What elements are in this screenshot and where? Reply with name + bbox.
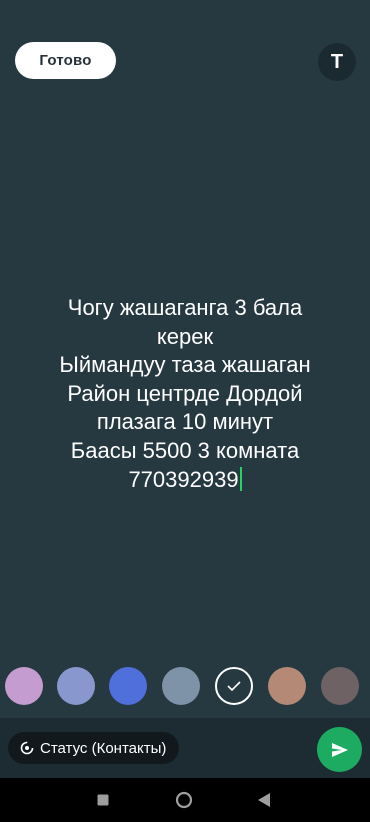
system-navigation-bar [0,778,370,822]
status-text-content[interactable]: Чогу жашаганга 3 бала керек Ыймандуу таз… [59,295,310,492]
composer-bar: Статус (Контакты) [0,718,370,778]
check-icon [227,681,241,691]
status-privacy-icon [20,741,34,755]
color-swatch[interactable] [109,667,147,705]
color-swatch-selected[interactable] [215,667,253,705]
text-style-label: T [330,50,344,73]
status-bar [0,0,370,28]
color-swatch[interactable] [5,667,43,705]
color-swatch[interactable] [57,667,95,705]
send-icon [331,742,348,757]
status-audience-chip[interactable]: Статус (Контакты) [8,732,180,764]
back-icon[interactable] [254,790,274,810]
text-style-button[interactable]: T [318,43,356,81]
status-text-editor[interactable]: Чогу жашаганга 3 бала керек Ыймандуу таз… [0,294,370,494]
send-button[interactable] [317,727,362,772]
color-swatch[interactable] [321,667,359,705]
text-caret [239,466,242,491]
status-audience-label: Статус (Контакты) [40,739,167,757]
home-icon[interactable] [174,790,194,810]
color-swatch[interactable] [162,667,200,705]
color-swatch[interactable] [268,667,306,705]
done-button[interactable]: Готово [15,42,116,79]
color-palette [0,667,370,707]
recents-icon[interactable] [93,790,113,810]
